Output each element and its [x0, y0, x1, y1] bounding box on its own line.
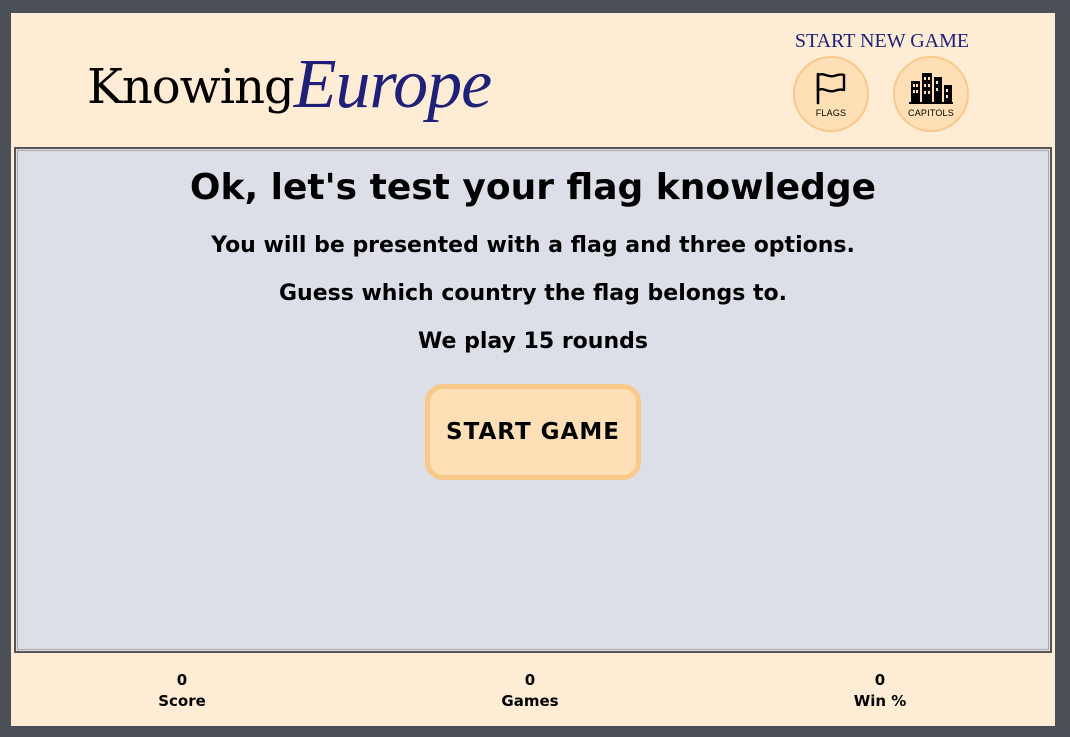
- score-value: 0: [176, 671, 188, 689]
- game-intro-panel: Ok, let's test your flag knowledge You w…: [14, 147, 1052, 653]
- flag-icon: [814, 71, 848, 105]
- logo-europe-text: Europe: [293, 46, 492, 123]
- flags-mode-label: FLAGS: [815, 107, 847, 118]
- games-value: 0: [524, 671, 536, 689]
- games-label: Games: [501, 692, 559, 710]
- capitols-mode-label: CAPITOLS: [908, 107, 954, 118]
- app-frame: KnowingEurope START NEW GAME FLAGS CAPIT…: [11, 13, 1055, 726]
- city-buildings-icon: [909, 71, 953, 105]
- page-title: Ok, let's test your flag knowledge: [189, 167, 877, 208]
- start-game-button[interactable]: START GAME: [425, 384, 641, 480]
- win-percent-value: 0: [874, 671, 886, 689]
- score-label: Score: [158, 692, 206, 710]
- instruction-line-2: Guess which country the flag belongs to.: [278, 281, 788, 306]
- games-stat: 0 Games: [470, 670, 590, 712]
- start-new-game-heading: START NEW GAME: [794, 30, 970, 52]
- win-percent-label: Win %: [853, 692, 907, 710]
- flags-mode-button[interactable]: FLAGS: [793, 56, 869, 132]
- instruction-line-1: You will be presented with a flag and th…: [211, 233, 855, 258]
- header: KnowingEurope START NEW GAME FLAGS CAPIT…: [11, 13, 1055, 143]
- score-stat: 0 Score: [122, 670, 242, 712]
- logo-knowing-text: Knowing: [87, 59, 295, 115]
- win-percent-stat: 0 Win %: [820, 670, 940, 712]
- instruction-line-3: We play 15 rounds: [418, 329, 648, 354]
- stats-footer: 0 Score 0 Games 0 Win %: [11, 656, 1055, 726]
- capitols-mode-button[interactable]: CAPITOLS: [893, 56, 969, 132]
- logo: KnowingEurope: [87, 41, 492, 123]
